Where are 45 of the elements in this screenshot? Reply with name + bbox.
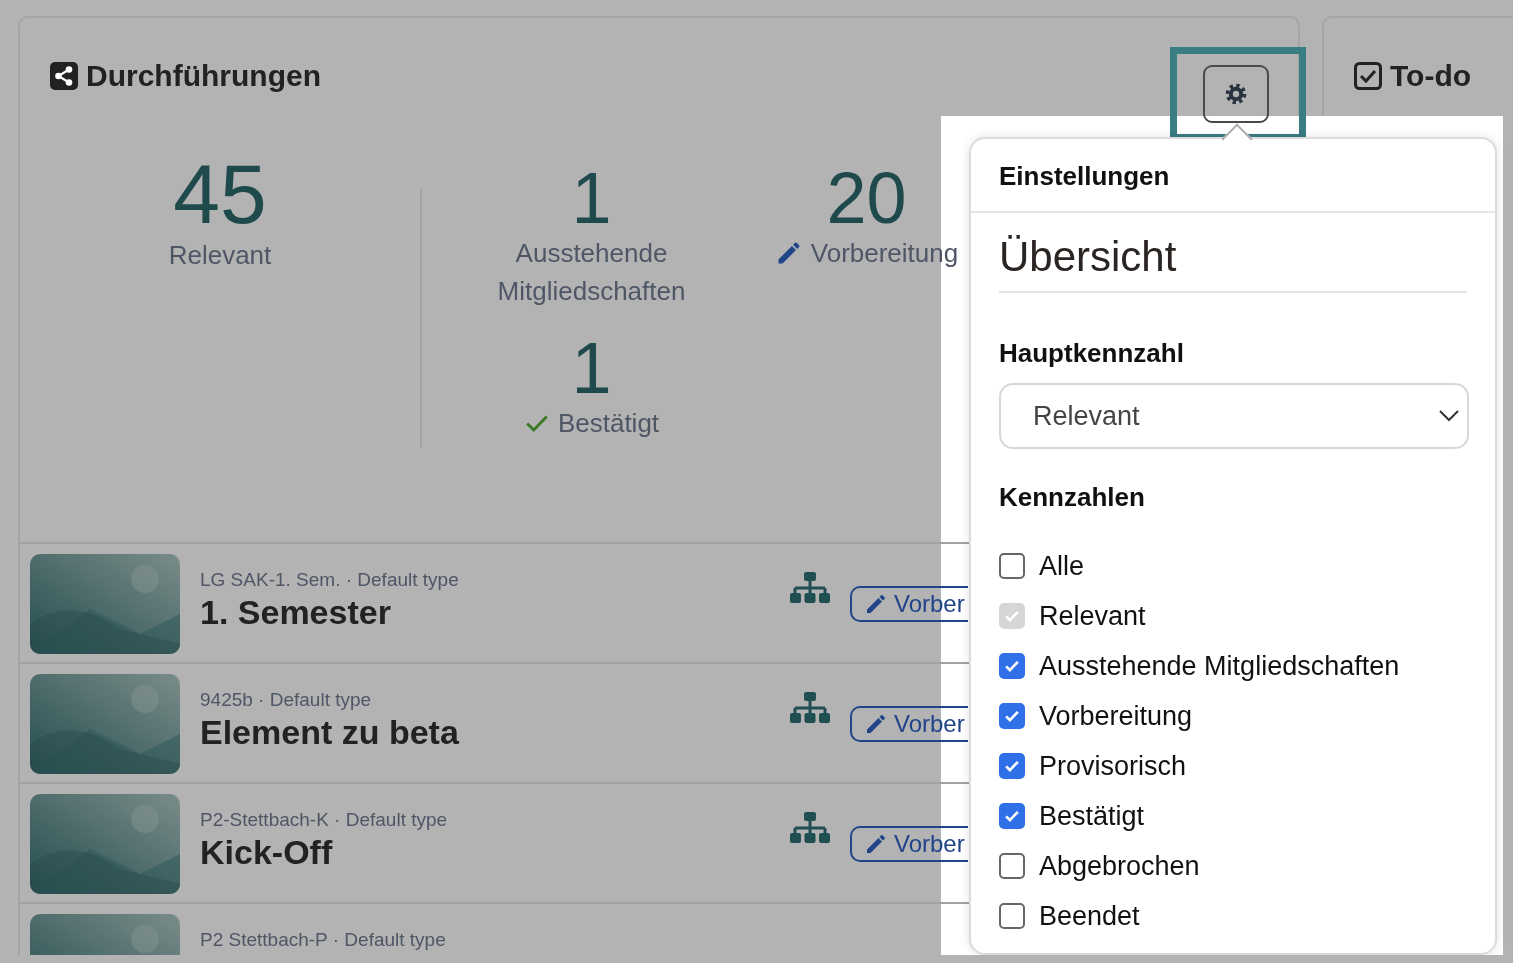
stat-value: 1 [570,332,613,404]
checkbox[interactable] [999,903,1025,929]
checkbox-icon [1354,62,1382,90]
section-heading: Übersicht [999,231,1467,293]
checkbox[interactable] [999,753,1025,779]
stat-label: Relevant [168,239,272,272]
checkbox[interactable] [999,803,1025,829]
checkbox[interactable] [999,703,1025,729]
checkbox-option[interactable]: Provisorisch [999,741,1467,791]
field-label: Kennzahlen [999,481,1146,513]
row-subtitle: P2 Stettbach-P · Default type [200,928,447,952]
checkbox-option[interactable]: Bestätigt [999,791,1467,841]
field-label: Hauptkennzahl [999,337,1185,369]
row-subtitle: LG SAK-1. Sem. · Default type [200,568,460,592]
pencil-icon [864,832,888,856]
pencil-icon [864,712,888,736]
checkbox-option[interactable]: Ausstehende Mitgliedschaften [999,641,1467,691]
hierarchy-icon[interactable] [790,812,830,844]
popover-title: Einstellungen [971,139,1495,213]
checkbox-option[interactable]: Abgebrochen [999,841,1467,891]
share-icon [50,62,78,90]
checkbox-option[interactable]: Vorbereitung [999,691,1467,741]
chevron-down-icon [1439,410,1459,422]
row-subtitle: P2-Stettbach-K · Default type [200,808,449,832]
row-title[interactable]: Kick-Off [200,832,790,872]
card-title: Durchführungen [86,58,321,94]
metric-select[interactable]: Relevant [999,383,1469,449]
stat-value: 45 [172,152,268,236]
pencil-icon [864,592,888,616]
checkbox[interactable] [999,653,1025,679]
row-title[interactable]: Element zu beta [200,712,790,752]
checkbox[interactable] [999,853,1025,879]
checkbox-option[interactable]: Alle [999,541,1467,591]
card-title: To-do [1390,58,1472,94]
row-subtitle: 9425b · Default type [200,688,373,712]
hierarchy-icon[interactable] [790,692,830,724]
checkbox[interactable] [999,553,1025,579]
checkbox-option[interactable]: Beendet [999,891,1467,941]
hierarchy-icon[interactable] [790,572,830,604]
stat-value: 20 [825,162,908,234]
stat-value: 1 [570,162,613,234]
stat-label: Ausstehende Mitgliedschaften [496,237,687,308]
settings-icon [1224,82,1248,106]
stat-label: Bestätigt [557,407,660,440]
row-title[interactable]: 1. Semester [200,592,790,632]
